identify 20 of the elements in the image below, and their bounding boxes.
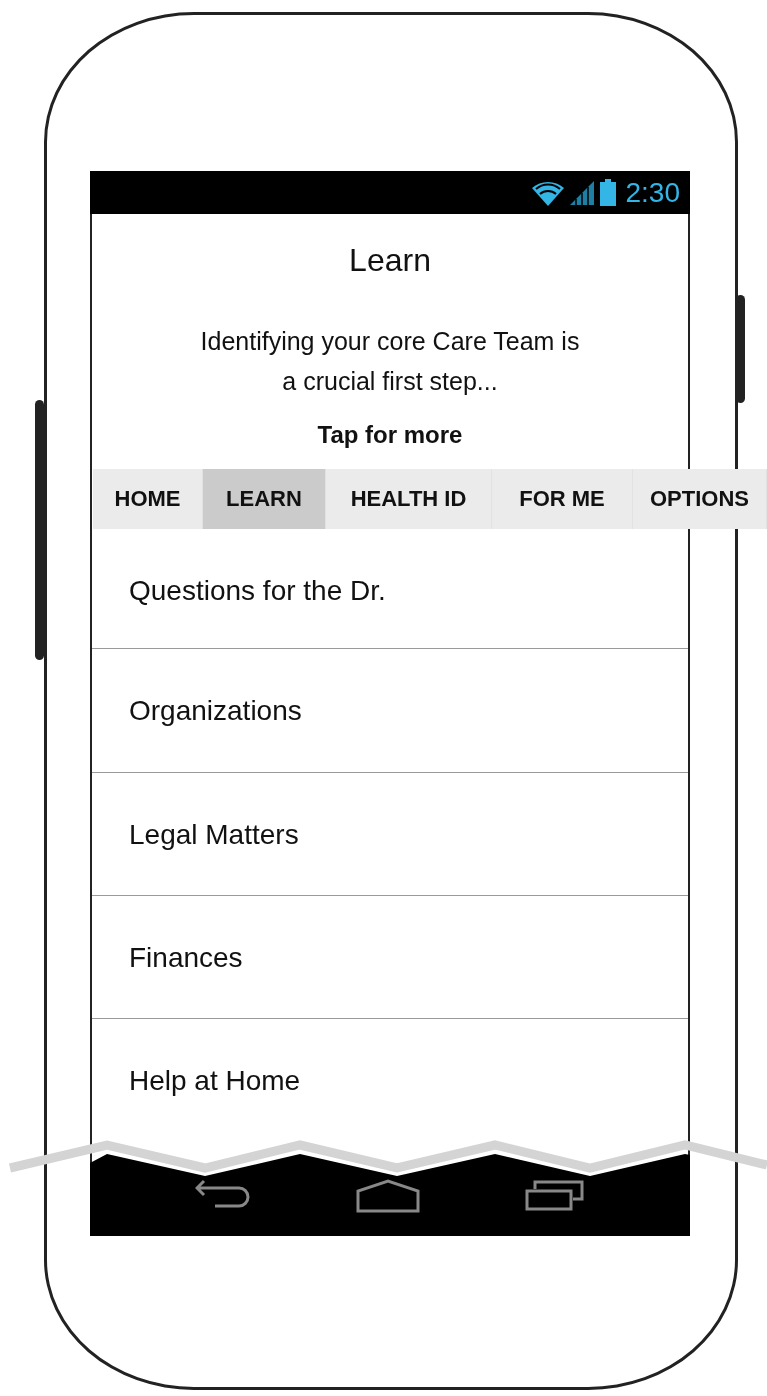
menu-item[interactable]: Finances — [129, 941, 243, 975]
tap-for-more-link[interactable]: Tap for more — [317, 421, 463, 449]
signal-icon — [569, 180, 594, 205]
battery-icon — [599, 179, 616, 206]
home-icon[interactable] — [356, 1179, 420, 1213]
tab[interactable]: LEARN — [203, 469, 326, 529]
recent-apps-icon[interactable] — [525, 1179, 585, 1211]
tab[interactable]: OPTIONS — [633, 469, 767, 529]
menu-item[interactable]: Help at Home — [129, 1064, 301, 1098]
menu-item[interactable]: Organizations — [129, 694, 302, 728]
menu-item[interactable]: Questions for the Dr. — [129, 574, 386, 608]
description: Identifying your core Care Team is a crucial first step... — [200, 326, 580, 397]
clock: 2:30 — [625, 176, 680, 209]
tab[interactable]: HEALTH ID — [326, 469, 492, 529]
tab[interactable]: HOME — [93, 469, 203, 529]
menu-item[interactable]: Legal Matters — [129, 818, 299, 852]
page-title: Learn — [349, 242, 431, 279]
tab[interactable]: FOR ME — [492, 469, 633, 529]
back-icon[interactable] — [195, 1179, 251, 1209]
wifi-icon — [531, 179, 564, 206]
